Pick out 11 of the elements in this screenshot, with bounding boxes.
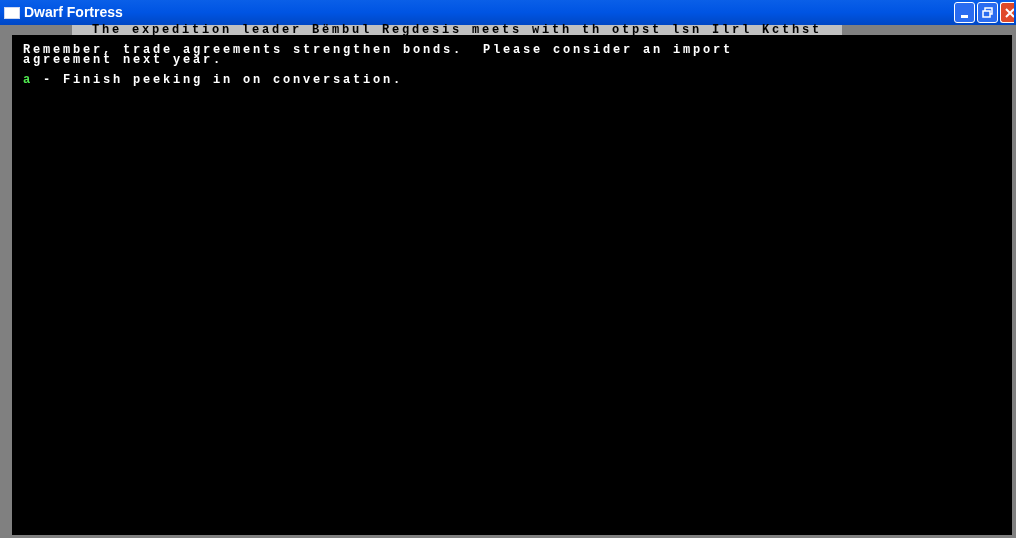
close-icon xyxy=(1004,6,1014,19)
message-line: Remember, trade agreements strengthen bonds. Please consider an import xyxy=(23,45,734,55)
restore-icon xyxy=(982,7,993,18)
window-icon xyxy=(4,6,20,19)
message-line: agreement next year. xyxy=(23,55,224,65)
header-text: The expedition leader Bëmbul Regdesis meets with th otpst lsn Ilrl Kcthst xyxy=(91,25,823,35)
close-button[interactable] xyxy=(1000,2,1014,23)
minimize-button[interactable] xyxy=(954,2,975,23)
restore-button[interactable] xyxy=(977,2,998,23)
window-title: Dwarf Fortress xyxy=(24,3,123,22)
menu-option[interactable]: a - Finish peeking in on conversation. xyxy=(23,75,404,85)
